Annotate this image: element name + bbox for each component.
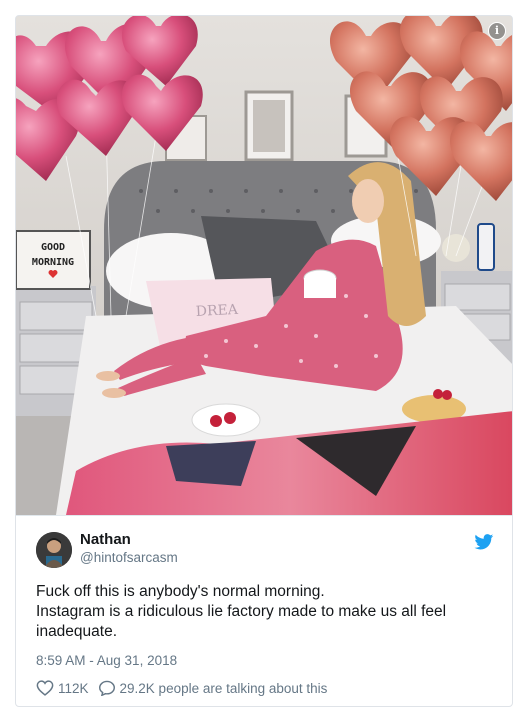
- lightbox-text-line1: GOOD: [41, 242, 65, 253]
- like-count: 112K: [58, 680, 89, 696]
- pillow-text: DREA: [195, 302, 239, 320]
- speech-bubble-icon: [98, 680, 115, 696]
- heart-icon: [36, 680, 54, 696]
- user-handle[interactable]: @hintofsarcasm: [80, 550, 178, 565]
- tweet-text-line: inadequate.: [36, 623, 118, 640]
- tweet-timestamp[interactable]: 8:59 AM - Aug 31, 2018: [36, 653, 177, 668]
- bedroom-photo-illustration: GOOD MORNING DREA: [16, 16, 512, 515]
- tweet-text-line: Fuck off this is anybody's normal mornin…: [36, 583, 325, 600]
- embedded-tweet-card: GOOD MORNING DREA i Nathan @hintofsarcas…: [15, 15, 513, 707]
- like-button[interactable]: 112K: [36, 680, 89, 696]
- tweet-photo[interactable]: GOOD MORNING DREA i: [16, 16, 512, 515]
- reply-button[interactable]: 29.2K people are talking about this: [98, 680, 328, 696]
- conversation-count: 29.2K people are talking about this: [119, 680, 328, 696]
- avatar[interactable]: [36, 532, 72, 568]
- twitter-bird-icon[interactable]: [474, 534, 494, 550]
- tweet-actions: 112K 29.2K people are talking about this: [36, 679, 336, 697]
- tweet-text: Fuck off this is anybody's normal mornin…: [36, 582, 496, 642]
- info-icon[interactable]: i: [488, 22, 506, 40]
- lightbox-text-line2: MORNING: [32, 257, 74, 268]
- tweet-text-line: Instagram is a ridiculous lie factory ma…: [36, 603, 447, 620]
- display-name[interactable]: Nathan: [80, 531, 131, 548]
- tweet-body: Nathan @hintofsarcasm Fuck off this is a…: [16, 516, 512, 706]
